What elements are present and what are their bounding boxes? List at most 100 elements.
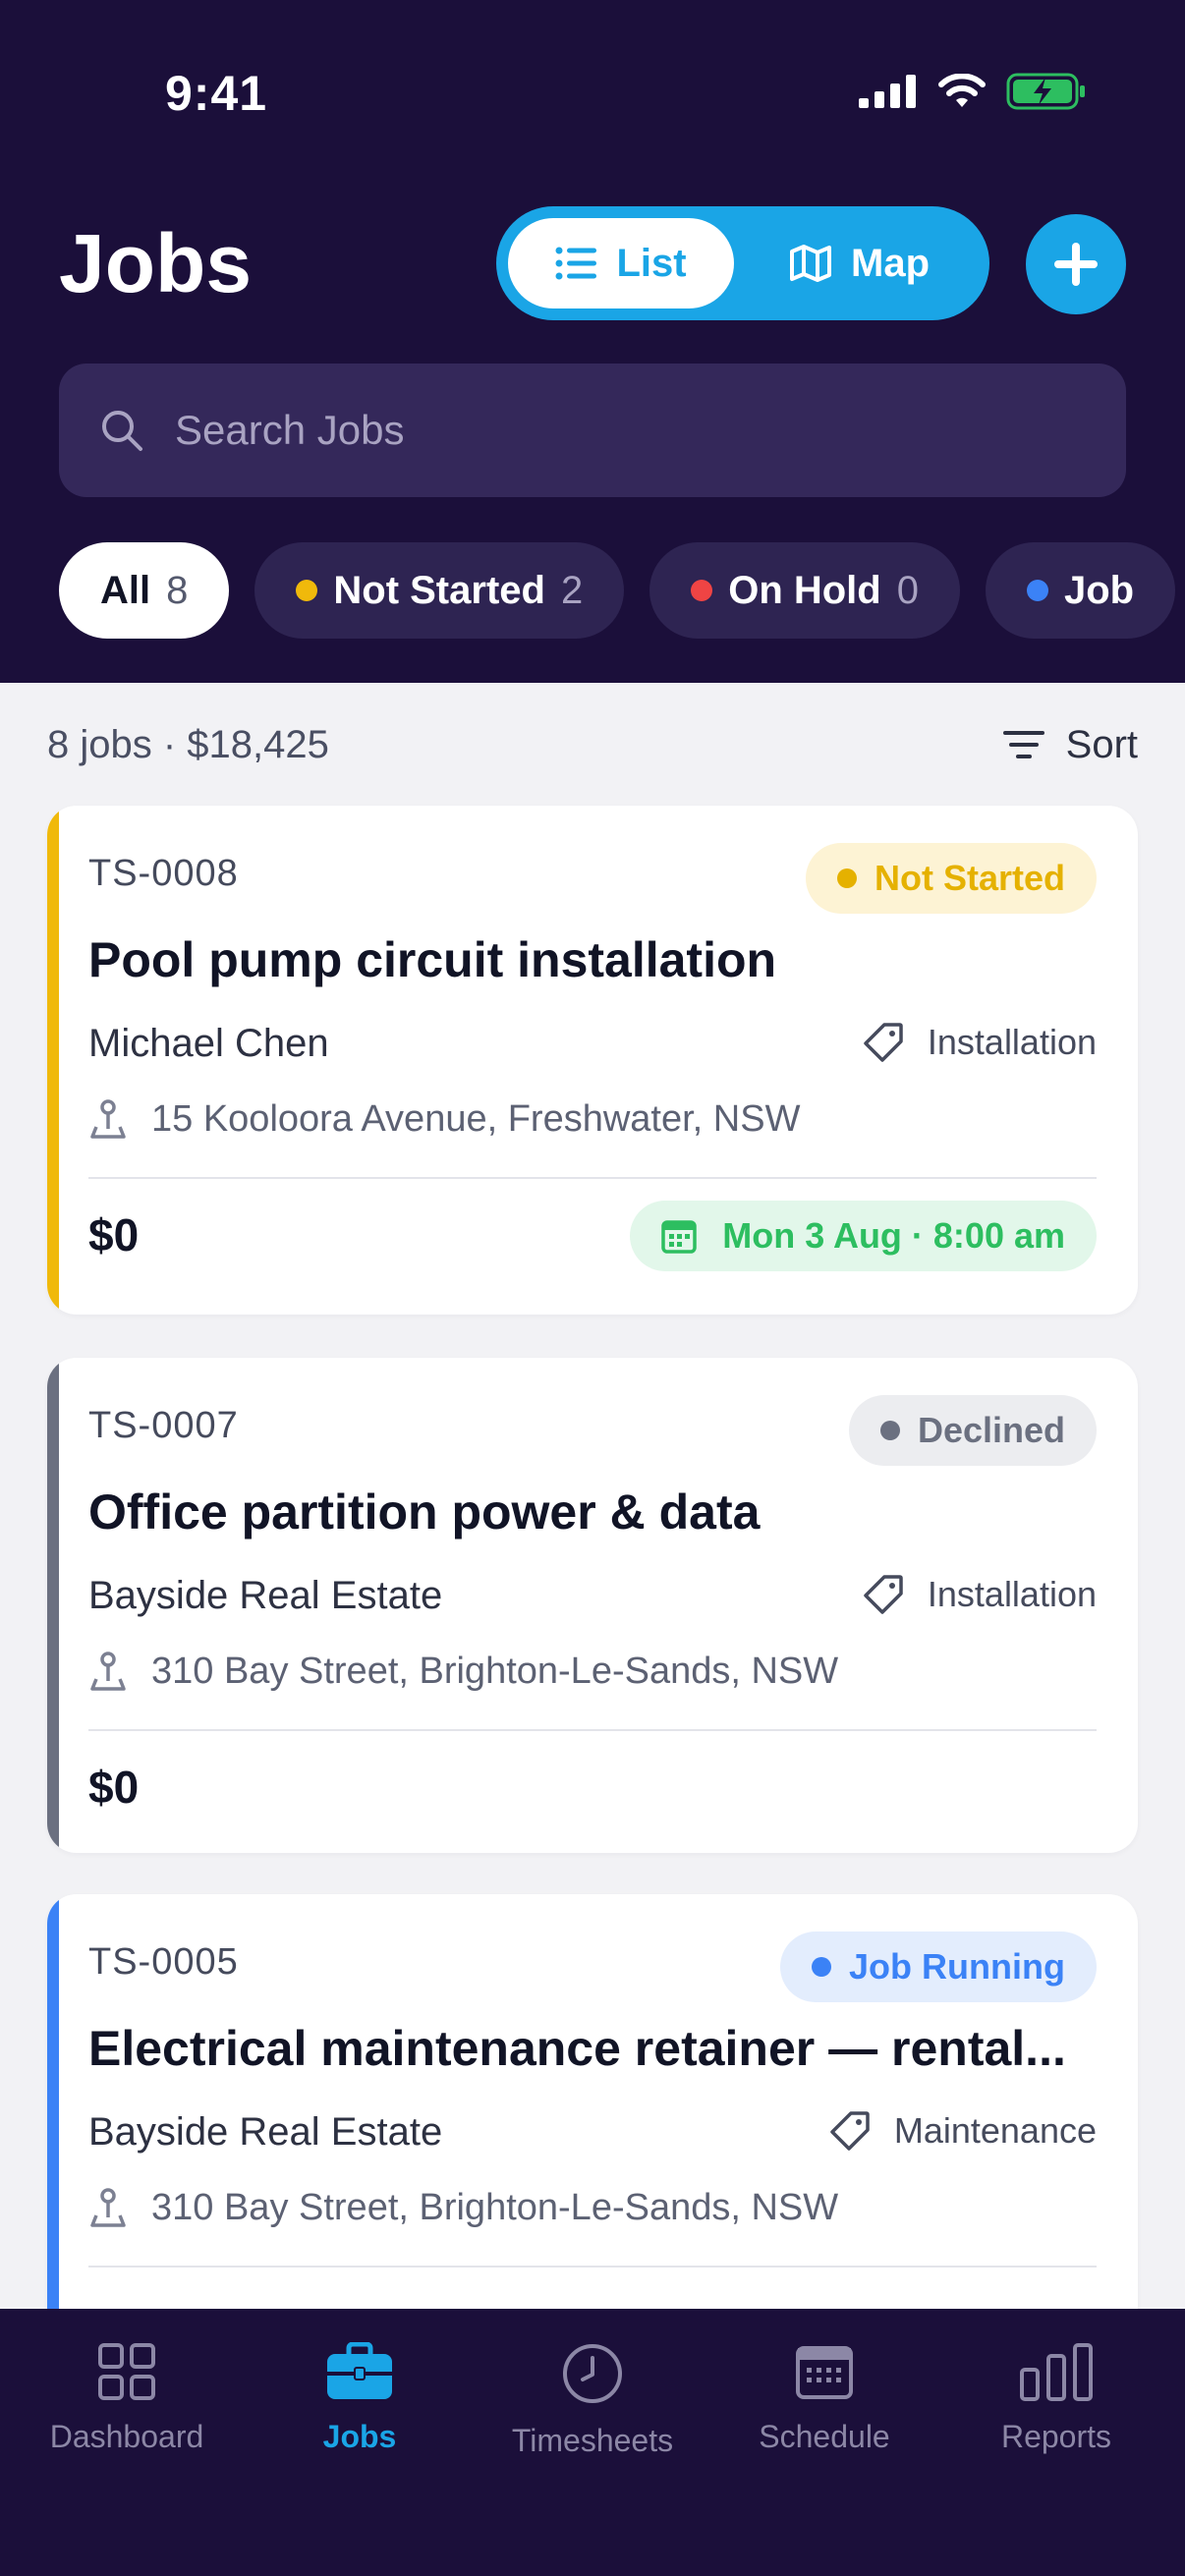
search-icon: [102, 411, 142, 451]
list-icon: [555, 247, 597, 280]
tab-jobs[interactable]: Jobs: [261, 2342, 458, 2455]
grid-icon: [98, 2343, 155, 2400]
address-label: 310 Bay Street, Brighton-Le-Sands, NSW: [151, 1651, 839, 1692]
jobs-summary: 8 jobs · $18,425: [47, 722, 329, 766]
status-dot: [879, 1421, 900, 1440]
tab-schedule[interactable]: Schedule: [726, 2342, 923, 2455]
address-label: 15 Kooloora Avenue, Freshwater, NSW: [151, 1098, 801, 1140]
job-id: TS-0007: [88, 1405, 239, 1446]
tab-label: Dashboard: [49, 2419, 204, 2454]
summary-row: 8 jobs · $18,425 Sort: [47, 715, 1138, 774]
tag-icon: [864, 1023, 903, 1062]
job-card[interactable]: TS-0005 Job Running Electrical maintenan…: [47, 1894, 1138, 2366]
tab-dashboard[interactable]: Dashboard: [28, 2342, 225, 2455]
filter-chip-count: 2: [560, 568, 584, 612]
briefcase-icon: [327, 2342, 392, 2399]
client-name: Bayside Real Estate: [88, 1574, 443, 1617]
location-pin-icon: [90, 1098, 126, 1139]
location-pin-icon: [90, 2187, 126, 2227]
category-label: Installation: [927, 1574, 1097, 1614]
scheduled-date: Mon 3 Aug · 8:00 am: [722, 1215, 1065, 1256]
card-accent: [47, 1358, 59, 1853]
filter-chip-count: 8: [166, 568, 189, 612]
calendar-icon: [796, 2346, 853, 2399]
map-view-button[interactable]: Map: [742, 218, 978, 308]
tab-label: Schedule: [759, 2419, 890, 2454]
sort-button[interactable]: Sort: [1002, 722, 1138, 767]
add-job-button[interactable]: [1026, 214, 1126, 314]
map-view-label: Map: [851, 241, 930, 285]
signal-icon: [859, 75, 916, 108]
job-title: Pool pump circuit installation: [88, 932, 777, 987]
job-category: Installation: [863, 1022, 1097, 1063]
status-dot: [812, 1957, 832, 1977]
tag-icon: [864, 1575, 903, 1614]
job-title: Office partition power & data: [88, 1484, 761, 1540]
card-divider: [88, 1177, 1097, 1179]
sort-icon: [1002, 731, 1044, 758]
job-price: $0: [88, 1762, 140, 1813]
filter-chip-job-running[interactable]: Job: [985, 542, 1176, 639]
job-id: TS-0005: [88, 1941, 239, 1983]
job-category: Installation: [863, 1574, 1097, 1615]
map-icon: [790, 245, 831, 282]
filter-chip-label: On Hold: [728, 568, 881, 612]
status-time: 9:41: [165, 66, 268, 121]
status-badge: Job Running: [780, 1932, 1097, 2002]
wifi-icon: [938, 74, 986, 107]
search-input[interactable]: Search Jobs: [175, 407, 404, 454]
client-name: Bayside Real Estate: [88, 2110, 443, 2154]
location-pin-icon: [90, 1651, 126, 1691]
tab-label: Reports: [1000, 2419, 1112, 2454]
status-bar: 9:41: [0, 0, 1185, 187]
sort-label: Sort: [1065, 722, 1138, 766]
filter-chip-all[interactable]: All 8: [59, 542, 230, 639]
job-title: Electrical maintenance retainer — rental…: [88, 2021, 1066, 2076]
filter-chip-label: Not Started: [333, 568, 545, 612]
card-accent: [47, 1894, 59, 2366]
plus-icon: [1054, 243, 1098, 286]
status-badge: Declined: [848, 1395, 1097, 1466]
tab-timesheets[interactable]: Timesheets: [494, 2342, 691, 2459]
status-label: Declined: [917, 1410, 1065, 1450]
job-price: $0: [88, 1209, 140, 1260]
category-label: Installation: [927, 1022, 1097, 1062]
bar-chart-icon: [1020, 2343, 1093, 2401]
job-card[interactable]: TS-0007 Declined Office partition power …: [47, 1358, 1138, 1853]
page-title: Jobs: [59, 217, 253, 309]
filter-chip-on-hold[interactable]: On Hold 0: [649, 542, 960, 639]
tab-reports[interactable]: Reports: [958, 2342, 1155, 2455]
status-icons: [859, 73, 1087, 110]
status-dot: [836, 868, 857, 888]
filter-chip-count: 0: [896, 568, 919, 612]
category-label: Maintenance: [893, 2110, 1097, 2151]
search-bar[interactable]: Search Jobs: [59, 364, 1126, 497]
job-address: 15 Kooloora Avenue, Freshwater, NSW: [88, 1098, 800, 1141]
scheduled-date-badge: Mon 3 Aug · 8:00 am: [630, 1201, 1097, 1271]
status-label: Job Running: [849, 1946, 1065, 1987]
list-view-label: List: [616, 241, 687, 285]
tab-label: Timesheets: [511, 2423, 674, 2458]
job-id: TS-0008: [88, 853, 239, 894]
bottom-tab-bar: Dashboard Jobs Timesheets Schedule Repor…: [0, 2309, 1185, 2576]
card-divider: [88, 2266, 1097, 2268]
status-dot: [296, 580, 318, 601]
status-label: Not Started: [874, 858, 1065, 898]
clock-icon: [563, 2344, 622, 2403]
calendar-icon: [661, 1220, 698, 1254]
status-badge: Not Started: [805, 843, 1097, 914]
battery-icon: [1006, 73, 1085, 110]
card-accent: [47, 806, 59, 1315]
filter-chip-not-started[interactable]: Not Started 2: [254, 542, 625, 639]
list-view-button[interactable]: List: [508, 218, 734, 308]
header: 9:41 Jobs List Map Search Jobs All 8 Not…: [0, 0, 1185, 683]
client-name: Michael Chen: [88, 1022, 329, 1065]
tab-label: Jobs: [322, 2419, 397, 2454]
card-divider: [88, 1729, 1097, 1731]
status-dot: [691, 580, 713, 601]
filter-chips: All 8 Not Started 2 On Hold 0 Job: [59, 542, 1176, 639]
job-card[interactable]: TS-0008 Not Started Pool pump circuit in…: [47, 806, 1138, 1315]
address-label: 310 Bay Street, Brighton-Le-Sands, NSW: [151, 2187, 839, 2228]
view-toggle: List Map: [496, 206, 989, 320]
filter-chip-label: All: [100, 568, 151, 612]
